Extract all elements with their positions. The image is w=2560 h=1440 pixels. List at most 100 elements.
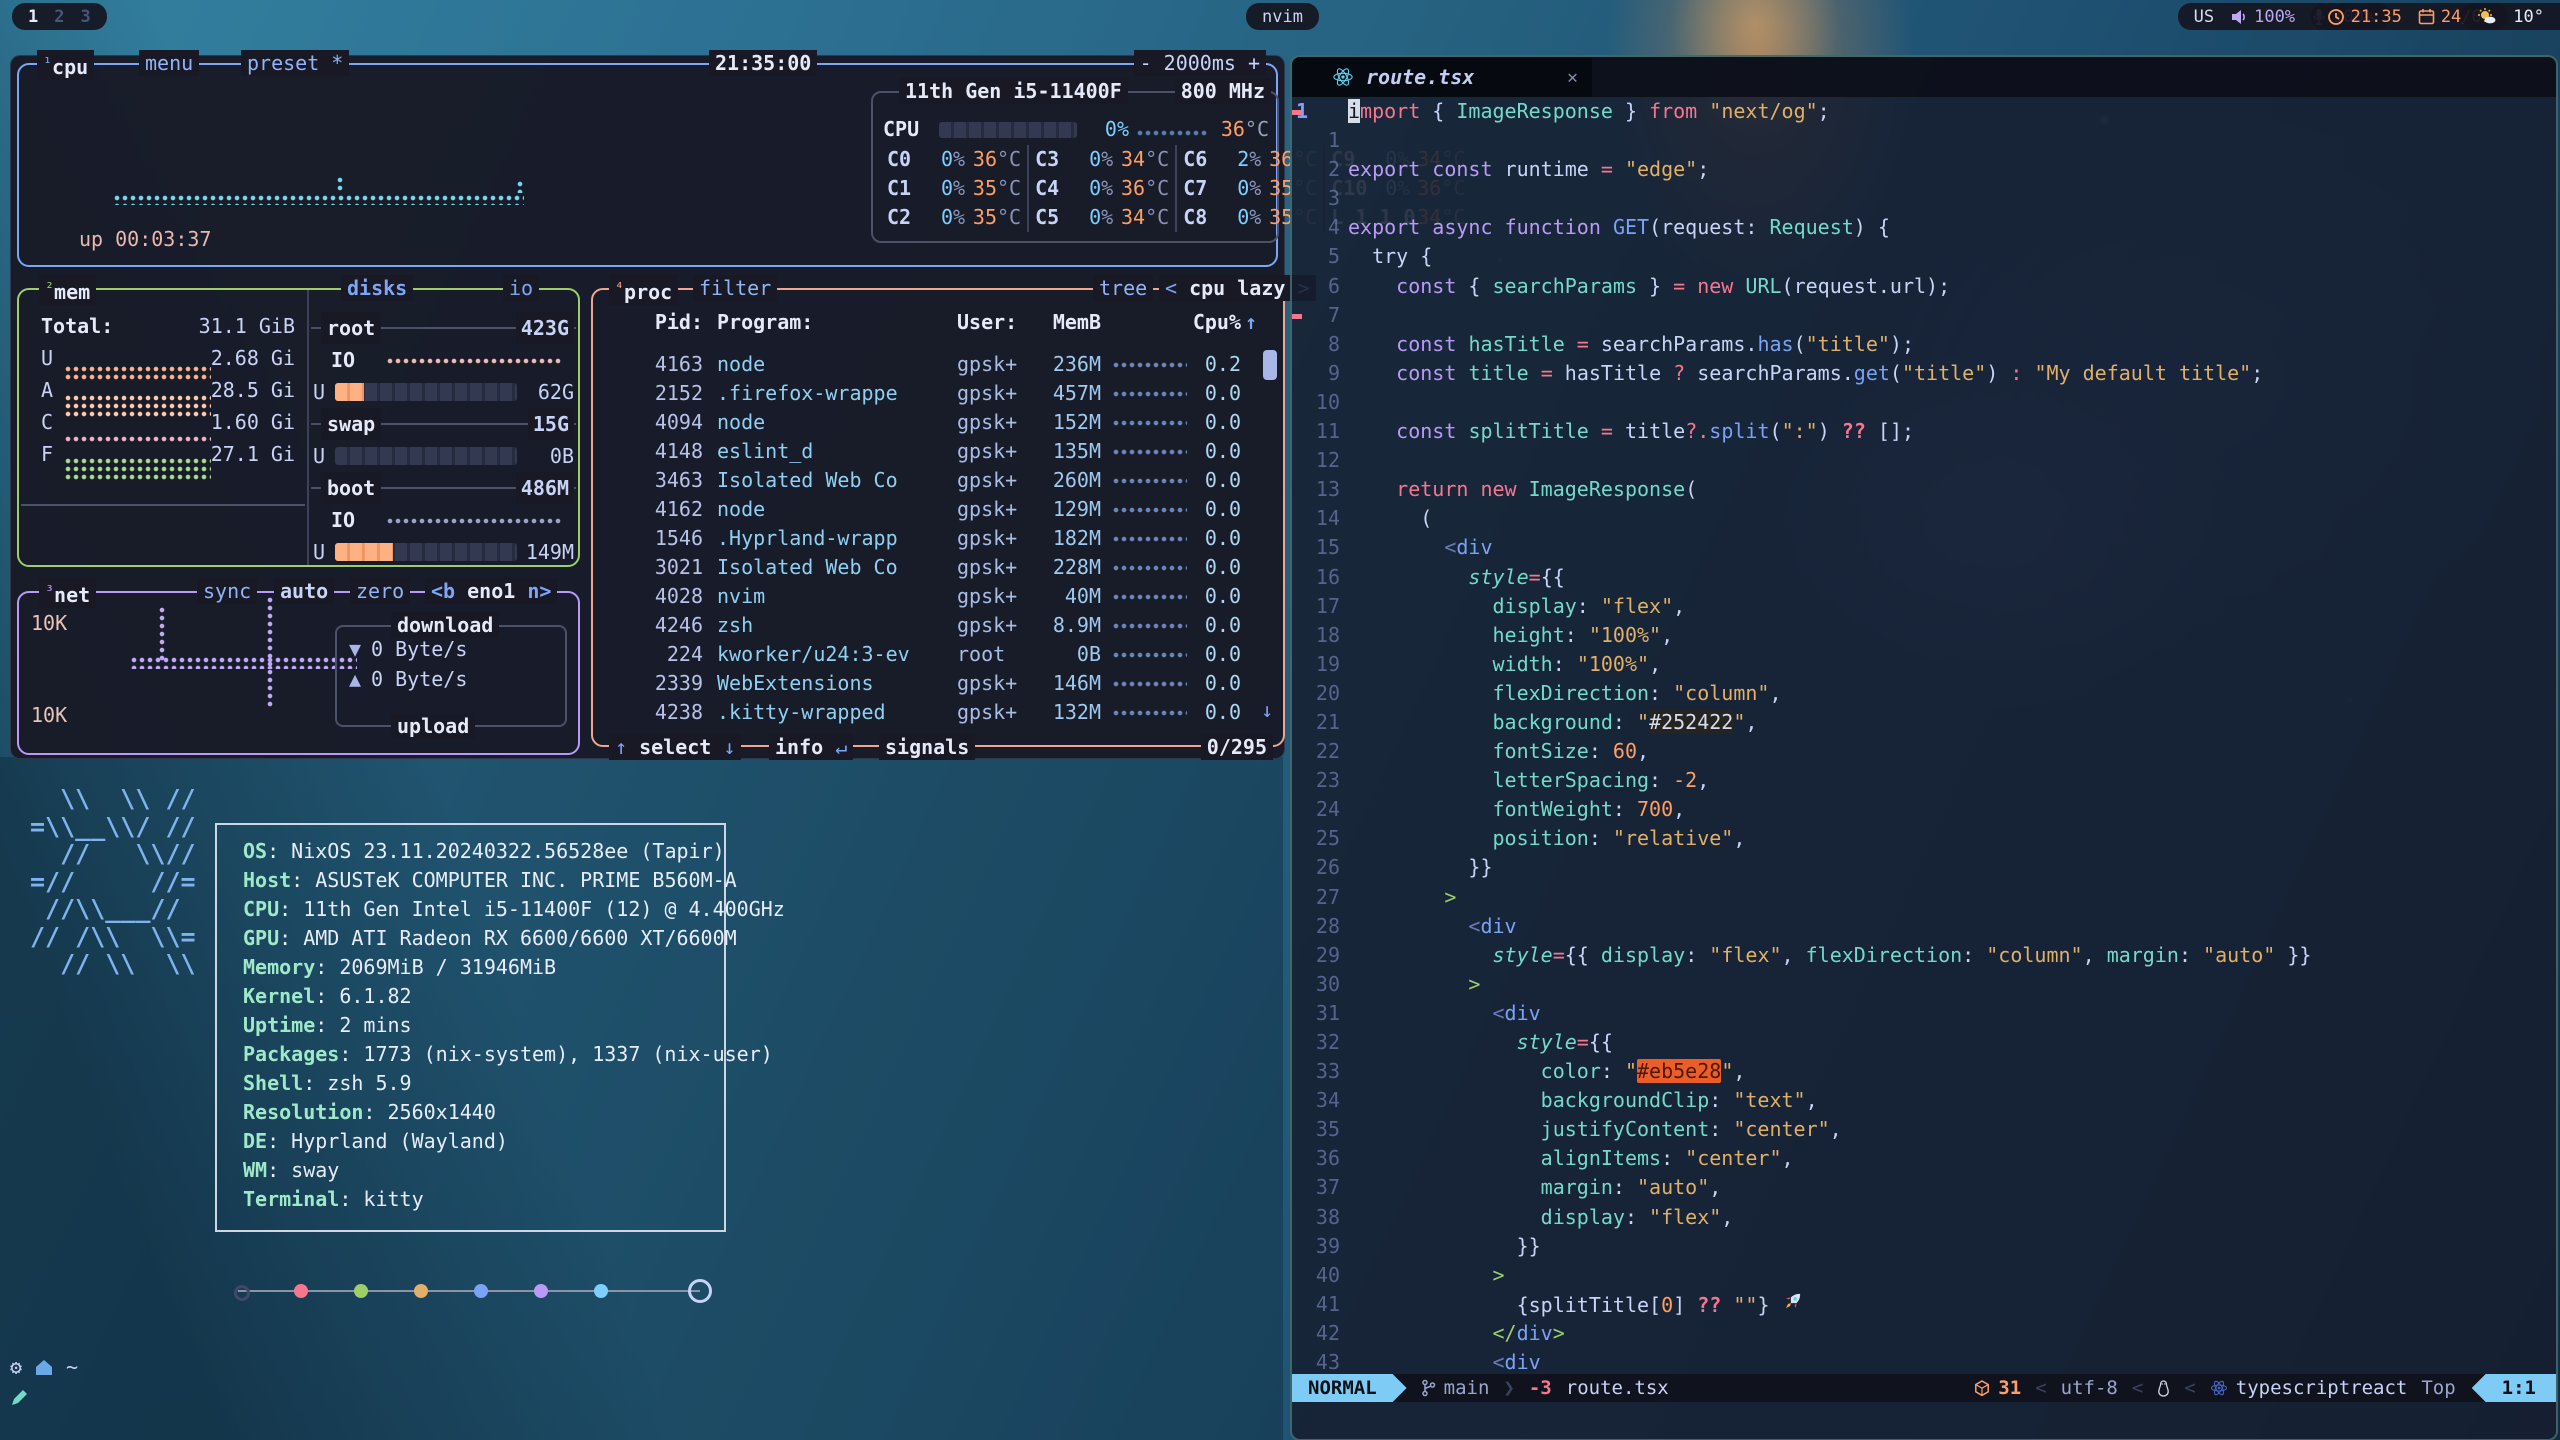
line-number: 18: [1300, 621, 1340, 650]
code-line: 6 const { searchParams } = new URL(reque…: [1292, 272, 2556, 301]
git-branch-icon: [1421, 1379, 1436, 1397]
prompt-pen[interactable]: [10, 1389, 28, 1411]
code-line: 25 position: "relative",: [1292, 824, 2556, 853]
react-icon-small: [2210, 1379, 2228, 1397]
cpu-panel: ¹cpu menu preset * 21:35:00 - 2000ms + 1…: [17, 63, 1278, 267]
palette-dot: [594, 1284, 608, 1298]
cpu-panel-title[interactable]: ¹cpu: [37, 50, 94, 80]
package-icon: [1974, 1380, 1990, 1397]
line-number: 43: [1300, 1348, 1340, 1374]
cursor-location: 1:1: [2472, 1374, 2556, 1402]
code-line: 14 (: [1292, 504, 2556, 533]
disk-used-bar: [335, 543, 517, 561]
net-zero-toggle[interactable]: zero: [350, 578, 410, 604]
git-branch[interactable]: main: [1421, 1377, 1490, 1399]
statusline: NORMAL main ❯ -3 route.tsx 31 < utf-8 < …: [1292, 1374, 2556, 1402]
disk-used-row: U0B: [307, 440, 578, 472]
line-number: 39: [1300, 1232, 1340, 1261]
info-row-terminal: Terminal: kitty: [243, 1185, 785, 1214]
code-line: 35 justifyContent: "center",: [1292, 1115, 2556, 1144]
disk-io-row: IO: [307, 504, 578, 536]
process-row[interactable]: 4028nvimgpsk+40M0.0: [593, 582, 1283, 611]
line-number: 19: [1300, 650, 1340, 679]
mode-indicator: NORMAL: [1292, 1374, 1407, 1402]
code-line: 41 {splitTitle[0] ?? ""}: [1292, 1290, 2556, 1319]
code-line: 42 </div>: [1292, 1319, 2556, 1348]
process-row[interactable]: 1546.Hyprland-wrappgpsk+182M0.0: [593, 524, 1283, 553]
volume-module[interactable]: 100%: [2230, 7, 2295, 27]
tab-route-tsx[interactable]: route.tsx ✕: [1292, 57, 1592, 97]
statusline-filename: route.tsx: [1566, 1377, 1669, 1399]
net-auto-toggle[interactable]: auto: [274, 578, 334, 604]
preset-button[interactable]: preset *: [241, 50, 349, 76]
cpu-total-row: CPU 0% 36°C: [883, 115, 1269, 144]
line-number: 36: [1300, 1144, 1340, 1173]
temperature-value: 10°: [2513, 7, 2544, 27]
system-info-box: OS: NixOS 23.11.20240322.56528ee (Tapir)…: [215, 823, 726, 1232]
palette-ring: [688, 1279, 712, 1303]
menu-button[interactable]: menu: [139, 50, 199, 76]
process-row[interactable]: 2339WebExtensionsgpsk+146M0.0: [593, 669, 1283, 698]
code-line: 11 const splitTitle = title?.split(":") …: [1292, 417, 2556, 446]
code-line: 1import { ImageResponse } from "next/og"…: [1292, 97, 2556, 126]
palette-dot: [474, 1284, 488, 1298]
line-number: 5: [1300, 242, 1340, 271]
net-interface-selector[interactable]: <b eno1 n>: [425, 578, 557, 604]
keyboard-layout[interactable]: US: [2194, 7, 2214, 27]
workspace-button-2[interactable]: 2: [54, 7, 64, 27]
info-row-de: DE: Hyprland (Wayland): [243, 1127, 785, 1156]
line-number: 14: [1300, 504, 1340, 533]
line-number: 6: [1300, 272, 1340, 301]
update-interval-control[interactable]: - 2000ms +: [1134, 50, 1266, 76]
weather-pill[interactable]: 10°: [2461, 3, 2560, 30]
col-program[interactable]: Program:: [717, 308, 813, 337]
net-panel-title[interactable]: ³net: [39, 578, 96, 608]
col-cpu[interactable]: Cpu%: [1153, 308, 1241, 337]
uptime-label: up 00:03:37: [79, 227, 211, 251]
code-line: 4export async function GET(request: Requ…: [1292, 213, 2556, 242]
filter-button[interactable]: filter: [693, 275, 777, 301]
process-row[interactable]: 4246zshgpsk+8.9M0.0: [593, 611, 1283, 640]
mem-panel-title[interactable]: ²mem: [39, 275, 96, 305]
line-number: 42: [1300, 1319, 1340, 1348]
palette-dot: [534, 1284, 548, 1298]
core-cell-C1: C10%35°C: [881, 174, 1027, 203]
line-number: 20: [1300, 679, 1340, 708]
diagnostics[interactable]: 31: [1974, 1377, 2021, 1399]
clock-module[interactable]: 21:35: [2327, 7, 2402, 27]
line-number: 23: [1300, 766, 1340, 795]
close-icon[interactable]: ✕: [1567, 67, 1578, 88]
cursor-line-number: 1: [1296, 97, 1340, 126]
process-row[interactable]: 4094nodegpsk+152M0.0: [593, 408, 1283, 437]
process-scrollbar[interactable]: [1263, 350, 1277, 380]
process-row[interactable]: 4163nodegpsk+236M0.2: [593, 350, 1283, 379]
process-row[interactable]: 4238.kitty-wrappedgpsk+132M0.0: [593, 698, 1283, 727]
col-pid[interactable]: Pid:: [593, 308, 703, 337]
process-row[interactable]: 4148eslint_dgpsk+135M0.0: [593, 437, 1283, 466]
os-indicator: [2157, 1380, 2170, 1397]
code-line: 18 height: "100%",: [1292, 621, 2556, 650]
tree-toggle[interactable]: tree: [1093, 275, 1153, 301]
disk-used-row: U62G: [307, 376, 578, 408]
line-number: 4: [1300, 213, 1340, 242]
upload-label: upload: [391, 713, 475, 739]
workspace-button-1[interactable]: 1: [28, 7, 38, 27]
proc-panel-title[interactable]: ⁴proc: [609, 275, 678, 305]
info-row-uptime: Uptime: 2 mins: [243, 1011, 785, 1040]
info-row-memory: Memory: 2069MiB / 31946MiB: [243, 953, 785, 982]
process-row[interactable]: 2152.firefox-wrappegpsk+457M0.0: [593, 379, 1283, 408]
process-row[interactable]: 4162nodegpsk+129M0.0: [593, 495, 1283, 524]
cpu-temp-graph: [1137, 130, 1207, 138]
process-row[interactable]: 224kworker/u24:3-evroot0B0.0: [593, 640, 1283, 669]
net-sync-toggle[interactable]: sync: [197, 578, 257, 604]
col-memb[interactable]: MemB: [993, 308, 1101, 337]
code-area[interactable]: 1import { ImageResponse } from "next/og"…: [1292, 97, 2556, 1374]
memory-panel: ²mem Total:31.1 GiBU2.68 GiA28.5 GiC1.60…: [17, 288, 580, 567]
workspace-button-3[interactable]: 3: [81, 7, 91, 27]
process-row[interactable]: 3463Isolated Web Cogpsk+260M0.0: [593, 466, 1283, 495]
calendar-icon: [2418, 8, 2435, 25]
scroll-down-icon[interactable]: ↓: [1261, 698, 1273, 722]
shell-prompt: ⚙ ~: [10, 1355, 78, 1379]
process-row[interactable]: 3021Isolated Web Cogpsk+228M0.0: [593, 553, 1283, 582]
code-line: 23 letterSpacing: -2,: [1292, 766, 2556, 795]
